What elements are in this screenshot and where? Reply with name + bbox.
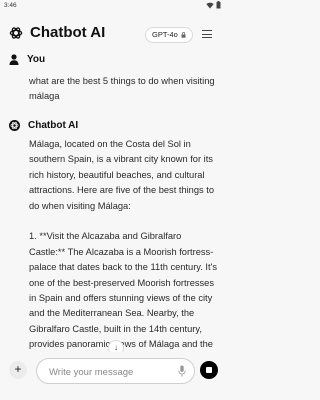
status-time: 3:46 <box>4 2 17 9</box>
app-header: Chatbot AI GPT-4o <box>0 18 225 54</box>
bot-message-header: Chatbot AI <box>9 120 78 131</box>
arrow-down-icon: ↓ <box>114 343 118 352</box>
battery-icon <box>216 1 221 9</box>
openai-logo-icon <box>9 27 23 39</box>
model-label: GPT-4o <box>152 30 178 39</box>
attach-button[interactable]: + <box>9 361 27 379</box>
user-message-text: what are the best 5 things to do when vi… <box>29 76 218 102</box>
user-avatar-icon <box>9 54 19 65</box>
user-message-header: You <box>9 54 45 65</box>
app-title: Chatbot AI <box>30 24 106 41</box>
message-input-wrapper <box>36 358 195 384</box>
status-bar: 3:46 <box>0 0 225 12</box>
stop-icon <box>206 367 212 373</box>
mic-icon[interactable] <box>178 365 186 377</box>
bot-avatar-icon <box>9 120 20 131</box>
message-input[interactable] <box>47 363 171 381</box>
composer-bar: + <box>0 352 225 400</box>
user-name: You <box>27 54 46 65</box>
send-button[interactable] <box>200 361 218 379</box>
status-icons <box>206 1 221 9</box>
lock-icon <box>181 32 186 38</box>
bot-name: Chatbot AI <box>28 120 79 131</box>
model-selector[interactable]: GPT-4o <box>145 27 193 43</box>
wifi-icon <box>206 2 214 8</box>
bot-message-text: Málaga, located on the Costa del Sol in … <box>29 139 217 350</box>
menu-icon[interactable] <box>202 30 212 38</box>
plus-icon: + <box>14 362 22 376</box>
